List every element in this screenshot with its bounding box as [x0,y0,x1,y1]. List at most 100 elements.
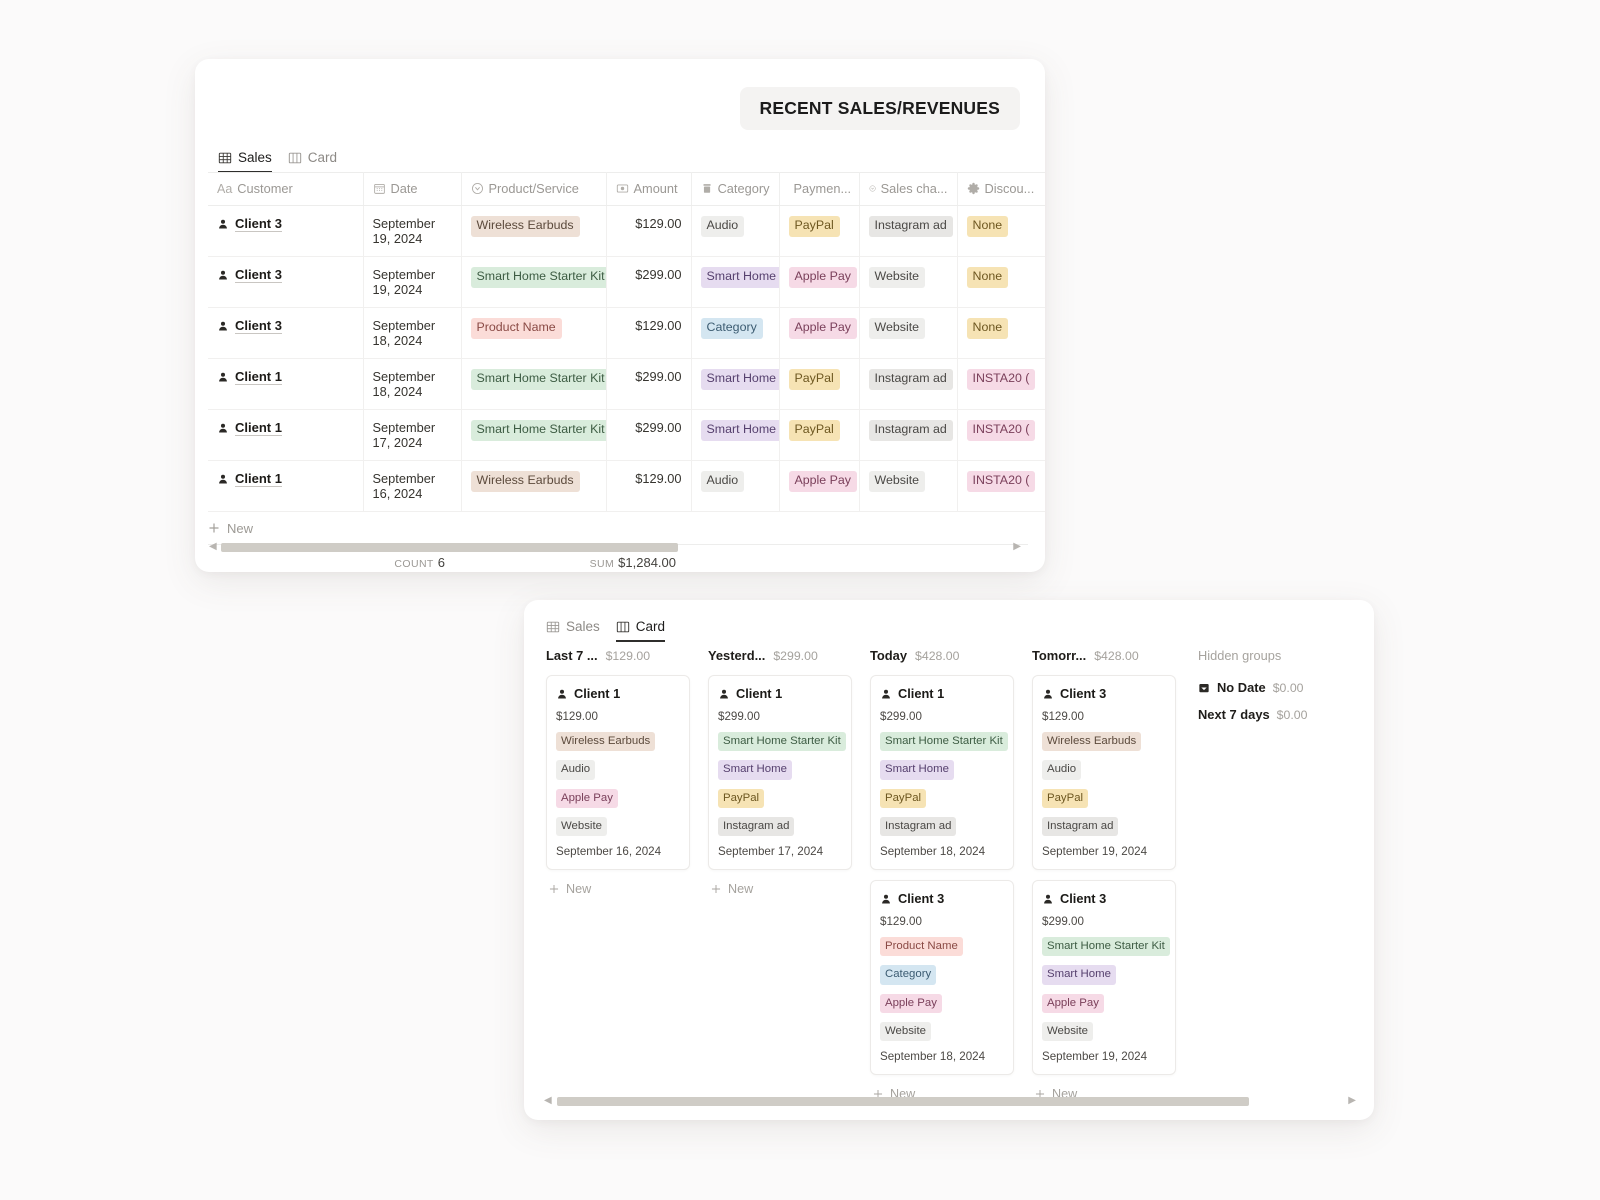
card-customer: Client 3 [1042,891,1166,906]
cell-product[interactable]: Smart Home Starter Kit [461,409,607,461]
board-column-header[interactable]: Yesterd... $299.00 [708,648,852,666]
board-column-header[interactable]: Tomorr... $428.00 [1032,648,1176,666]
board-scrollbar-thumb[interactable] [556,1096,1249,1106]
cell-channel[interactable]: Website [859,460,958,512]
cell-date[interactable]: September 19, 2024 [363,256,462,308]
board-card[interactable]: Client 1 $299.00 Smart Home Starter Kit … [870,675,1014,870]
column-header-paymen[interactable]: Paymen... [779,172,860,206]
cell-amount[interactable]: $129.00 [606,307,692,359]
cell-amount[interactable]: $299.00 [606,358,692,410]
board-scroll-left-icon[interactable]: ◀ [544,1096,552,1106]
tab-card-card[interactable]: Card [615,619,666,642]
summary-count[interactable]: COUNT 6 [208,555,461,570]
hidden-group-row[interactable]: Next 7 days $0.00 [1198,707,1364,722]
cell-customer[interactable]: Client 3 [208,256,364,308]
cell-date[interactable]: September 19, 2024 [363,205,462,257]
cell-discount[interactable]: None [957,205,1045,257]
board-card[interactable]: Client 3 $299.00 Smart Home Starter Kit … [1032,880,1176,1075]
add-new-row-button[interactable]: New [208,512,1028,545]
cell-channel[interactable]: Instagram ad [859,409,958,461]
cell-customer[interactable]: Client 1 [208,409,364,461]
cell-date[interactable]: September 18, 2024 [363,358,462,410]
column-header-customer[interactable]: Aa Customer [208,172,364,206]
cell-payment[interactable]: PayPal [779,205,860,257]
board-column: Tomorr... $428.00 Client 3 $129.00 Wirel… [1032,648,1176,1101]
cell-product[interactable]: Smart Home Starter Kit [461,256,607,308]
cell-channel[interactable]: Website [859,307,958,359]
cell-product[interactable]: Smart Home Starter Kit [461,358,607,410]
cell-customer[interactable]: Client 1 [208,358,364,410]
cell-channel[interactable]: Website [859,256,958,308]
column-header-productservice[interactable]: Product/Service [461,172,607,206]
cell-customer[interactable]: Client 1 [208,460,364,512]
column-header-date[interactable]: Date [363,172,462,206]
cell-date[interactable]: September 16, 2024 [363,460,462,512]
cell-channel[interactable]: Instagram ad [859,358,958,410]
column-header-category[interactable]: Category [691,172,780,206]
table-icon [546,621,560,632]
column-header-salescha[interactable]: Sales cha... [859,172,958,206]
scrollbar-track[interactable] [220,542,1010,552]
tab-sales-table[interactable]: Sales [218,150,272,173]
cell-date[interactable]: September 17, 2024 [363,409,462,461]
board-card[interactable]: Client 1 $299.00 Smart Home Starter Kit … [708,675,852,870]
summary-sum[interactable]: SUM $1,284.00 [461,555,691,570]
board-scroll-right-icon[interactable]: ▶ [1348,1096,1356,1106]
cell-customer[interactable]: Client 3 [208,205,364,257]
cell-discount[interactable]: None [957,256,1045,308]
cell-amount[interactable]: $299.00 [606,256,692,308]
card-product: Smart Home Starter Kit [718,731,846,759]
add-card-button[interactable]: New [546,880,690,896]
channel-tag: Website [868,318,926,339]
board-column-header[interactable]: Today $428.00 [870,648,1014,666]
tab-card-table[interactable]: Card [288,150,337,173]
cell-customer[interactable]: Client 3 [208,307,364,359]
cell-amount[interactable]: $129.00 [606,460,692,512]
column-header-amount[interactable]: Amount [606,172,692,206]
column-header-discou[interactable]: Discou... [957,172,1045,206]
cell-amount[interactable]: $299.00 [606,409,692,461]
tab-sales-card[interactable]: Sales [546,619,600,642]
board-card[interactable]: Client 3 $129.00 Product Name Category A… [870,880,1014,1075]
cell-category[interactable]: Category [691,307,780,359]
cell-category[interactable]: Smart Home [691,256,780,308]
table-row[interactable]: Client 3 September 19, 2024 Smart Home S… [208,256,1045,308]
cell-payment[interactable]: PayPal [779,409,860,461]
cell-product[interactable]: Wireless Earbuds [461,205,607,257]
add-card-button[interactable]: New [708,880,852,896]
board-column-header[interactable]: Last 7 ... $129.00 [546,648,690,666]
cell-product[interactable]: Product Name [461,307,607,359]
cell-channel[interactable]: Instagram ad [859,205,958,257]
cell-product[interactable]: Wireless Earbuds [461,460,607,512]
table-row[interactable]: Client 1 September 18, 2024 Smart Home S… [208,358,1045,410]
cell-discount[interactable]: None [957,307,1045,359]
cell-payment[interactable]: Apple Pay [779,307,860,359]
table-row[interactable]: Client 3 September 19, 2024 Wireless Ear… [208,205,1045,257]
cell-payment[interactable]: Apple Pay [779,460,860,512]
board-card[interactable]: Client 3 $129.00 Wireless Earbuds Audio … [1032,675,1176,870]
cell-payment[interactable]: Apple Pay [779,256,860,308]
scrollbar-thumb[interactable] [220,542,679,552]
scroll-left-icon[interactable]: ◀ [209,542,217,552]
cell-payment[interactable]: PayPal [779,358,860,410]
cell-discount[interactable]: INSTA20 ( [957,358,1045,410]
cell-category[interactable]: Smart Home [691,409,780,461]
cell-date[interactable]: September 18, 2024 [363,307,462,359]
table-row[interactable]: Client 1 September 17, 2024 Smart Home S… [208,409,1045,461]
cell-category[interactable]: Audio [691,460,780,512]
cell-amount[interactable]: $129.00 [606,205,692,257]
table-row[interactable]: Client 3 September 18, 2024 Product Name… [208,307,1045,359]
board-group-name: Last 7 ... [546,648,598,663]
cell-discount[interactable]: INSTA20 ( [957,409,1045,461]
board-scrollbar-track[interactable] [556,1096,1344,1106]
board-horizontal-scrollbar[interactable]: ◀ ▶ [544,1096,1356,1106]
hidden-group-row[interactable]: No Date $0.00 [1198,680,1364,695]
cell-category[interactable]: Smart Home [691,358,780,410]
cell-discount[interactable]: INSTA20 ( [957,460,1045,512]
person-icon [1044,894,1052,903]
scroll-right-icon[interactable]: ▶ [1013,542,1021,552]
cell-category[interactable]: Audio [691,205,780,257]
board-card[interactable]: Client 1 $129.00 Wireless Earbuds Audio … [546,675,690,870]
table-row[interactable]: Client 1 September 16, 2024 Wireless Ear… [208,460,1045,512]
table-horizontal-scrollbar[interactable]: ◀ ▶ [209,542,1021,552]
